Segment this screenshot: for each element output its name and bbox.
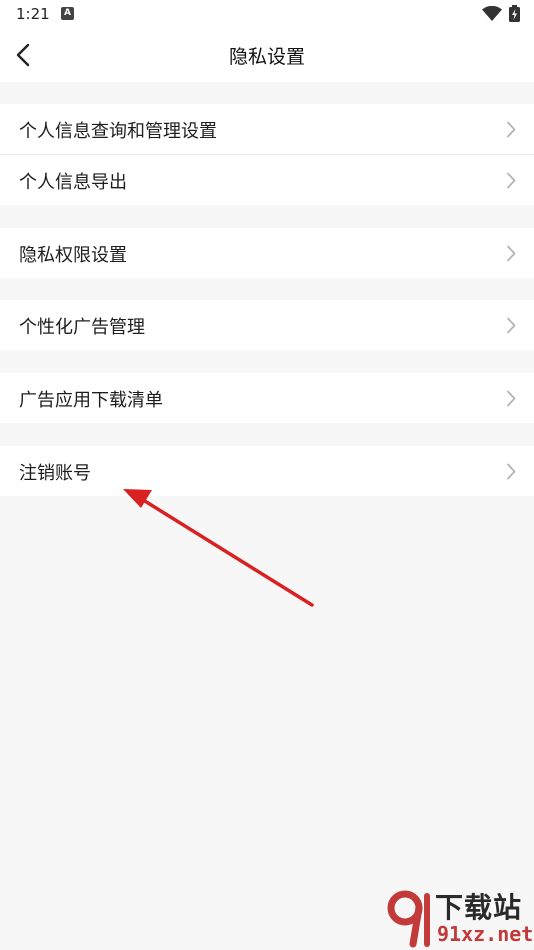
status-bar: 1:21 A <box>0 0 534 28</box>
chevron-right-icon <box>507 390 516 407</box>
page-title: 隐私设置 <box>228 46 305 68</box>
menu-item-personalized-ads[interactable]: 个性化广告管理 <box>0 300 534 350</box>
watermark: 下载站 91xz.net <box>383 886 534 950</box>
menu-item-personal-info-export[interactable]: 个人信息导出 <box>0 155 534 205</box>
menu-item-label: 广告应用下载清单 <box>19 390 163 411</box>
nav-bar: 隐私设置 <box>0 28 534 82</box>
menu-item-label: 个性化广告管理 <box>19 317 145 338</box>
watermark-title: 下载站 <box>435 891 523 924</box>
status-time: 1:21 <box>16 5 50 23</box>
notification-a-icon: A <box>61 7 74 20</box>
wifi-icon <box>482 6 502 21</box>
menu-item-label: 个人信息导出 <box>19 172 127 193</box>
menu-item-label: 隐私权限设置 <box>19 245 127 266</box>
menu-item-privacy-permissions[interactable]: 隐私权限设置 <box>0 228 534 278</box>
menu-item-personal-info-query[interactable]: 个人信息查询和管理设置 <box>0 104 534 154</box>
menu-item-cancel-account[interactable]: 注销账号 <box>0 446 534 496</box>
chevron-right-icon <box>507 245 516 262</box>
chevron-right-icon <box>507 463 516 480</box>
chevron-right-icon <box>507 317 516 334</box>
watermark-domain: 91xz.net <box>437 922 534 946</box>
logo-icon <box>387 890 430 948</box>
menu-item-label: 注销账号 <box>19 463 91 484</box>
chevron-right-icon <box>507 121 516 138</box>
battery-icon <box>509 5 520 22</box>
menu-item-ad-app-download-list[interactable]: 广告应用下载清单 <box>0 373 534 423</box>
chevron-right-icon <box>507 172 516 189</box>
menu-item-label: 个人信息查询和管理设置 <box>19 121 217 142</box>
